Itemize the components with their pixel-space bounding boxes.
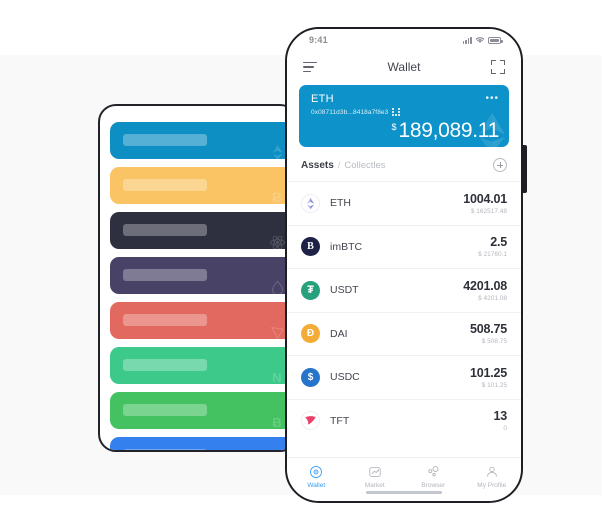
wifi-icon: [475, 31, 485, 49]
placeholder-bar: [123, 449, 207, 450]
asset-symbol: USDC: [330, 371, 360, 384]
tab-market[interactable]: Market: [346, 464, 405, 489]
scan-qr-icon[interactable]: [491, 60, 505, 74]
tab-separator: /: [337, 159, 341, 170]
page-title: Wallet: [387, 60, 421, 74]
imbtc-icon: B: [301, 237, 320, 257]
balance-symbol: ETH: [311, 93, 334, 105]
asset-amount: 1004.01: [463, 191, 507, 206]
status-time: 9:41: [309, 35, 328, 45]
screenshot-stage: ɃNɃŁ 9:41 Wallet: [0, 0, 602, 532]
status-bar: 9:41: [287, 29, 521, 51]
placeholder-card[interactable]: Ƀ: [110, 167, 296, 204]
hamburger-menu-icon[interactable]: [303, 61, 317, 73]
tether-icon: ₮: [301, 280, 320, 300]
ethereum-icon: [301, 193, 320, 213]
placeholder-card[interactable]: N: [110, 347, 296, 384]
asset-fiat-value: $ 21760.1: [478, 251, 507, 259]
placeholder-bar: [123, 224, 207, 236]
asset-amount: 4201.08: [463, 278, 507, 293]
asset-symbol: ETH: [330, 197, 351, 210]
asset-values: 4201.08 $ 4201.08: [463, 279, 507, 302]
placeholder-bar: [123, 314, 207, 326]
wallet-balance-card[interactable]: ETH 0x08711d3b...8418a7f8e3 ••• $ 189,08…: [299, 85, 509, 147]
placeholder-card[interactable]: [110, 122, 296, 159]
asset-values: 1004.01 $ 162517.48: [463, 192, 507, 215]
status-icons: [462, 31, 503, 49]
asset-fiat-value: $ 508.75: [481, 338, 507, 346]
asset-amount: 2.5: [490, 235, 507, 250]
placeholder-card[interactable]: Ł: [110, 437, 296, 450]
browser-nodes-icon: [426, 464, 441, 479]
placeholder-card[interactable]: [110, 302, 296, 339]
tab-browser[interactable]: Browser: [404, 464, 463, 489]
bottom-tab-bar: Wallet Market Browser My Profile: [287, 457, 521, 501]
app-navbar: Wallet: [287, 51, 521, 83]
usdc-icon: $: [301, 367, 320, 387]
market-chart-icon: [368, 464, 382, 479]
currency-symbol: $: [391, 122, 397, 132]
tab-label: Wallet: [307, 482, 326, 489]
card-more-button[interactable]: •••: [485, 94, 499, 104]
asset-row[interactable]: ₮ USDT 4201.08 $ 4201.08: [287, 268, 521, 312]
wallet-icon: [309, 464, 323, 479]
asset-values: 13 0: [493, 409, 507, 432]
asset-values: 101.25 $ 101.25: [470, 366, 507, 389]
asset-values: 2.5 $ 21760.1: [478, 235, 507, 258]
ethereum-icon: [469, 110, 509, 147]
asset-row[interactable]: TFT 13 0: [287, 398, 521, 443]
tft-icon: [301, 411, 320, 431]
tab-label: Browser: [421, 482, 446, 489]
asset-values: 508.75 $ 508.75: [470, 322, 507, 345]
asset-symbol: imBTC: [330, 240, 363, 253]
asset-amount: 508.75: [469, 322, 507, 337]
asset-fiat-value: $ 4201.08: [478, 294, 507, 302]
asset-row[interactable]: Đ DAI 508.75 $ 508.75: [287, 311, 521, 356]
asset-symbol: DAI: [330, 327, 348, 340]
tab-assets[interactable]: Assets: [301, 160, 334, 171]
cellular-signal-icon: [462, 36, 472, 44]
battery-icon: [488, 36, 503, 44]
dai-icon: Đ: [301, 324, 320, 344]
asset-fiat-value: 0: [503, 425, 507, 433]
home-indicator: [366, 490, 442, 494]
tab-wallet[interactable]: Wallet: [287, 464, 346, 489]
placeholder-bar: [123, 404, 207, 416]
placeholder-card[interactable]: [110, 257, 296, 294]
phone-screen: 9:41 Wallet ETH 0x08711d3b...8418a7f8e3 …: [287, 29, 521, 501]
placeholder-card-panel: ɃNɃŁ: [98, 104, 298, 452]
tab-label: My Profile: [477, 482, 507, 489]
placeholder-bar: [123, 134, 207, 146]
placeholder-bar: [123, 179, 207, 191]
asset-fiat-value: $ 101.25: [481, 381, 507, 389]
tab-my-profile[interactable]: My Profile: [463, 464, 522, 489]
phone-device: 9:41 Wallet ETH 0x08711d3b...8418a7f8e3 …: [285, 27, 523, 503]
tab-collectibles[interactable]: Collectles: [344, 160, 385, 171]
plus-circle-icon[interactable]: [493, 158, 507, 172]
asset-row[interactable]: $ USDC 101.25 $ 101.25: [287, 355, 521, 399]
asset-amount: 101.25: [469, 365, 507, 380]
user-profile-icon: [485, 464, 499, 479]
asset-amount: 13: [493, 409, 507, 424]
wallet-address: 0x08711d3b...8418a7f8e3: [311, 108, 389, 116]
placeholder-card[interactable]: Ƀ: [110, 392, 296, 429]
asset-list: ETH 1004.01 $ 162517.48 BimBTC 2.5 $ 21760.1 ₮…: [287, 181, 521, 457]
asset-symbol: USDT: [330, 284, 359, 297]
asset-row[interactable]: BimBTC 2.5 $ 21760.1: [287, 224, 521, 269]
asset-fiat-value: $ 162517.48: [470, 207, 507, 215]
placeholder-bar: [123, 359, 207, 371]
balance-card-wrapper: ETH 0x08711d3b...8418a7f8e3 ••• $ 189,08…: [287, 83, 521, 147]
placeholder-card-list: ɃNɃŁ: [110, 122, 296, 450]
asset-symbol: TFT: [330, 414, 350, 427]
qr-code-icon[interactable]: [392, 108, 401, 116]
tab-label: Market: [364, 482, 385, 489]
assets-tabs: Assets / Collectles: [301, 160, 386, 171]
placeholder-bar: [123, 269, 207, 281]
phone-power-button[interactable]: [523, 145, 527, 193]
placeholder-card[interactable]: [110, 212, 296, 249]
assets-header: Assets / Collectles: [287, 147, 521, 181]
asset-row[interactable]: ETH 1004.01 $ 162517.48: [287, 181, 521, 225]
